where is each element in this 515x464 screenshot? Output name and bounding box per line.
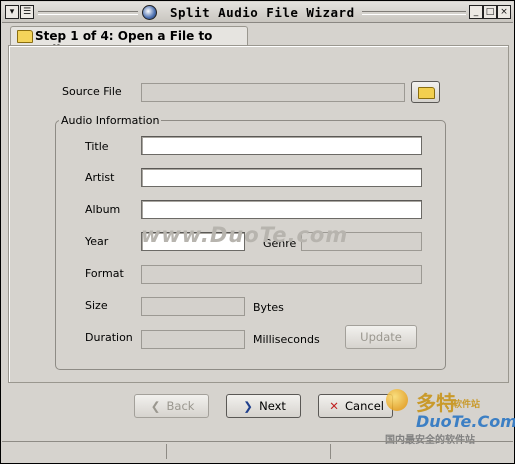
back-button-label: Back xyxy=(166,399,195,413)
size-field xyxy=(141,297,245,316)
wizard-window: ▾ ☰ Split Audio File Wizard _ □ × Step 1… xyxy=(0,0,515,464)
back-arrow-icon: ❮ xyxy=(150,399,161,413)
source-file-label: Source File xyxy=(62,85,122,98)
window-menu-button[interactable]: ▾ xyxy=(5,5,19,19)
next-arrow-icon: ❯ xyxy=(243,399,253,413)
audio-information-title: Audio Information xyxy=(59,114,162,127)
next-button-label: Next xyxy=(259,399,286,413)
watermark-text: www.DuoTe.com xyxy=(141,223,349,247)
artist-field[interactable] xyxy=(141,168,422,187)
cancel-button[interactable]: ✕ Cancel xyxy=(318,394,393,418)
size-label: Size xyxy=(85,299,108,312)
cancel-x-icon: ✕ xyxy=(329,399,339,413)
duration-unit-label: Milliseconds xyxy=(253,333,320,346)
window-title: Split Audio File Wizard xyxy=(170,5,355,20)
album-label: Album xyxy=(85,203,121,216)
duration-field xyxy=(141,330,245,349)
watermark-logo-sub: 软件站 xyxy=(453,400,481,410)
status-bar xyxy=(2,441,513,463)
format-field xyxy=(141,265,422,284)
title-grip-left xyxy=(38,11,138,15)
close-button[interactable]: × xyxy=(497,5,511,19)
open-folder-icon xyxy=(17,30,33,43)
artist-label: Artist xyxy=(85,171,115,184)
source-file-field[interactable] xyxy=(141,83,405,102)
tab-step-1[interactable]: Step 1 of 4: Open a File to Split xyxy=(10,26,248,57)
open-folder-icon xyxy=(418,87,435,99)
window-options-button[interactable]: ☰ xyxy=(20,5,34,19)
watermark-domain: DuoTe.Com xyxy=(416,412,515,431)
title-label: Title xyxy=(85,140,109,153)
duration-label: Duration xyxy=(85,331,133,344)
format-label: Format xyxy=(85,267,124,280)
title-bar[interactable]: ▾ ☰ Split Audio File Wizard _ □ × xyxy=(2,2,513,23)
maximize-button[interactable]: □ xyxy=(483,5,497,19)
back-button[interactable]: ❮ Back xyxy=(134,394,209,418)
browse-button[interactable] xyxy=(411,81,440,103)
duote-logo-icon xyxy=(386,389,408,411)
minimize-button[interactable]: _ xyxy=(469,5,483,19)
next-button[interactable]: ❯ Next xyxy=(226,394,301,418)
title-field[interactable] xyxy=(141,136,422,155)
app-logo-icon xyxy=(142,5,157,20)
size-unit-label: Bytes xyxy=(253,301,284,314)
title-grip-right xyxy=(362,11,466,15)
album-field[interactable] xyxy=(141,200,422,219)
cancel-button-label: Cancel xyxy=(345,399,384,413)
year-label: Year xyxy=(85,235,109,248)
update-button[interactable]: Update xyxy=(345,325,417,349)
status-divider xyxy=(166,444,167,459)
status-divider xyxy=(330,444,331,459)
